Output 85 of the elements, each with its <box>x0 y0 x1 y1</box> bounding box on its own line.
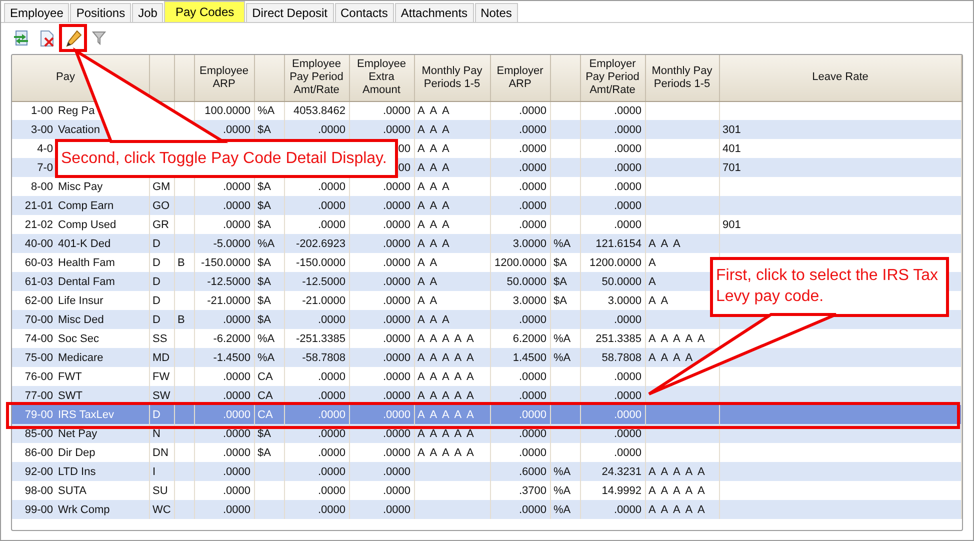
pay-code-name: LTD Ins <box>58 466 96 478</box>
pay-code-number: 8-00 <box>30 180 53 192</box>
column-header[interactable]: Employee Extra Amount <box>349 55 414 101</box>
pay-code-name: Medicare <box>58 352 104 364</box>
toolbar-button[interactable] <box>11 28 31 48</box>
table-row[interactable]: 98-00 SUTA SU .0000 .0000 .0000 .3700 %A 14.9992 A A A A A <box>12 481 962 500</box>
column-header[interactable]: Employer Pay Period Amt/Rate <box>580 55 645 101</box>
tab[interactable]: Direct Deposit <box>246 3 334 22</box>
pay-code-number: 40-00 <box>24 238 53 250</box>
pay-code-number: 92-00 <box>24 466 53 478</box>
column-header[interactable]: Employee ARP <box>194 55 254 101</box>
pay-code-name: Misc Pay <box>58 180 103 192</box>
column-header[interactable]: Monthly Pay Periods 1-5 <box>414 55 490 101</box>
pay-code-name: Soc Sec <box>58 332 99 344</box>
pay-code-name: FWT <box>58 370 82 382</box>
table-row[interactable]: 21-01 Comp Earn GO .0000 $A .0000 .0000 A A A .0000 .0000 <box>12 196 962 215</box>
pay-code-name: Comp Earn <box>58 200 114 212</box>
column-header[interactable]: Leave Rate <box>719 55 962 101</box>
pay-code-number: 4-0 <box>36 142 53 154</box>
tab[interactable]: Notes <box>474 3 518 22</box>
pay-code-number: 61-03 <box>24 276 53 288</box>
pay-code-name: Comp Used <box>58 218 116 230</box>
table-row[interactable]: 86-00 Dir Dep DN .0000 $A .0000 .0000 A A A A A .0000 .0000 <box>12 443 962 462</box>
tab[interactable]: Job <box>132 3 164 22</box>
pay-code-number: 60-03 <box>24 256 53 268</box>
table-row[interactable]: 21-02 Comp Used GR .0000 $A .0000 .0000 A A A .0000 .0000 901 <box>12 215 962 234</box>
table-cell: WC <box>149 500 174 519</box>
tab[interactable]: Contacts <box>334 3 394 22</box>
pay-code-number: 1-00 <box>30 104 53 117</box>
pay-code-name: SWT <box>58 390 82 402</box>
pay-code-number: 62-00 <box>24 294 53 306</box>
column-header[interactable]: Monthly Pay Periods 1-5 <box>645 55 719 101</box>
pay-code-number: 70-00 <box>24 314 53 326</box>
pay-code-name: Health Fam <box>58 256 115 268</box>
pay-code-number: 21-01 <box>24 200 53 212</box>
pay-code-number: 86-00 <box>24 446 53 458</box>
pay-code-name: Vacation <box>58 124 100 136</box>
table-row[interactable]: 75-00 Medicare MD -1.4500 %A -58.7808 .0000 A A A A A 1.4500 %A 58.7808 A A A A <box>12 348 962 367</box>
pay-code-number: 75-00 <box>24 352 53 364</box>
table-cell: .0000 <box>490 500 550 519</box>
pay-code-number: 3-00 <box>30 124 53 136</box>
pay-code-name: SUTA <box>58 484 87 496</box>
column-header[interactable] <box>149 55 174 101</box>
pay-code-number: 79-00 <box>24 408 53 420</box>
table-row[interactable]: 8-00 Misc Pay GM .0000 $A .0000 .0000 A A A .0000 .0000 <box>12 177 962 196</box>
table-row[interactable]: 76-00 FWT FW .0000 CA .0000 .0000 A A A A A .0000 .0000 <box>12 367 962 386</box>
table-row[interactable]: 74-00 Soc Sec SS -6.2000 %A -251.3385 .0000 A A A A A 6.2000 %A 251.3385 A A A A A <box>12 329 962 348</box>
pay-code-name: 401-K Ded <box>58 238 111 250</box>
pay-code-name: Net Pay <box>58 428 98 440</box>
table-cell: .0000 <box>194 500 254 519</box>
table-cell: .0000 <box>580 500 645 519</box>
table-row[interactable]: 99-00 Wrk Comp WC .0000 .0000 .0000 .0000 %A .0000 A A A A A <box>12 500 962 519</box>
table-row[interactable]: 92-00 LTD Ins I .0000 .0000 .0000 .6000 %A 24.3231 A A A A A <box>12 462 962 481</box>
pencil-icon <box>64 30 82 46</box>
pay-code-number: 99-00 <box>24 504 53 516</box>
column-header[interactable]: Employer ARP <box>490 55 550 101</box>
tab[interactable]: Pay Codes <box>164 1 246 22</box>
table-row[interactable]: 40-00 401-K Ded D -5.0000 %A -202.6923 .0000 A A A 3.0000 %A 121.6154 A A A <box>12 234 962 253</box>
filter-icon <box>92 31 106 45</box>
pay-code-name: Misc Ded <box>58 314 104 326</box>
pay-code-number: 7-0 <box>36 162 53 174</box>
import-icon <box>13 30 29 46</box>
callout-text: First, click to select the IRS Tax Levy pay code. <box>710 257 949 317</box>
tab[interactable]: Employee <box>4 3 70 22</box>
pay-code-name: Dental Fam <box>58 276 115 288</box>
table-cell: A A A A A <box>645 500 719 519</box>
table-cell: .0000 <box>284 500 349 519</box>
callout-text: Second, click Toggle Pay Code Detail Display. <box>55 139 398 178</box>
pay-code-number: 76-00 <box>24 370 53 382</box>
pay-code-number: 74-00 <box>24 332 53 344</box>
column-header[interactable]: Employee Pay Period Amt/Rate <box>284 55 349 101</box>
table-cell: %A <box>550 500 580 519</box>
pay-code-name: Wrk Comp <box>58 504 110 516</box>
pay-code-number: 98-00 <box>24 484 53 496</box>
pay-code-name: Reg Pa <box>58 104 95 117</box>
pay-code-name: Life Insur <box>58 294 104 306</box>
table-cell: .0000 <box>349 500 414 519</box>
tab[interactable]: Attachments <box>394 3 474 22</box>
delete-document-icon <box>39 30 55 46</box>
pay-code-number: 85-00 <box>24 428 53 440</box>
pay-code-number: 21-02 <box>24 218 53 230</box>
tab[interactable]: Positions <box>70 3 132 22</box>
pay-code-name: Dir Dep <box>58 446 96 458</box>
pay-code-number: 77-00 <box>24 390 53 402</box>
pay-code-name: IRS TaxLev <box>58 408 114 420</box>
